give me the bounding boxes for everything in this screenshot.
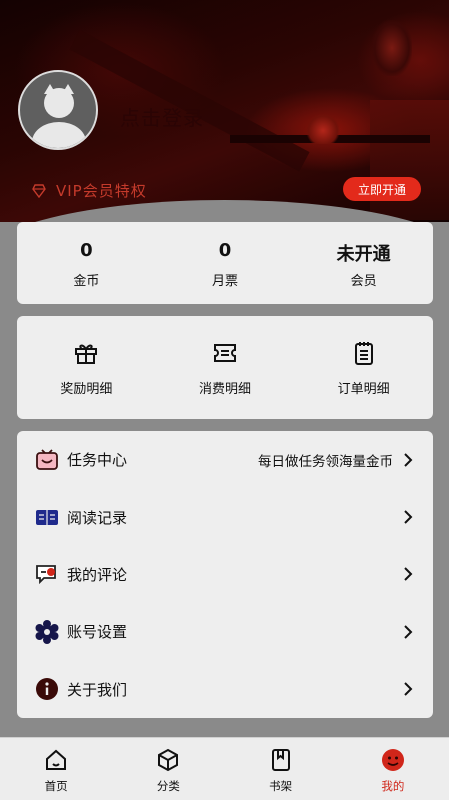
- order-details-button[interactable]: 订单明细: [294, 316, 433, 419]
- spending-details-button[interactable]: 消费明细: [156, 316, 295, 419]
- tab-label: 书架: [269, 779, 293, 793]
- chevron-right-icon: [404, 625, 413, 639]
- ticket-icon: [214, 344, 236, 362]
- book-icon: [36, 510, 58, 526]
- stat-label: 会员: [350, 274, 377, 289]
- menu-card: 任务中心 每日做任务领海量金币 阅读记录 我的评论 账号设置 关于我们: [17, 431, 433, 718]
- tab-mine[interactable]: 我的: [337, 738, 449, 800]
- detail-label: 奖励明细: [60, 382, 113, 397]
- tab-home[interactable]: 首页: [0, 738, 112, 800]
- stat-value: 0: [218, 240, 232, 261]
- bookshelf-icon: [271, 749, 290, 771]
- stat-membership[interactable]: 未开通 会员: [294, 222, 433, 304]
- tab-category[interactable]: 分类: [112, 738, 224, 800]
- menu-item-about-us[interactable]: 关于我们: [17, 661, 433, 718]
- menu-label: 阅读记录: [67, 508, 128, 527]
- bottom-tab-bar: 首页 分类 书架 我的: [0, 737, 449, 800]
- menu-label: 账号设置: [67, 623, 128, 642]
- stat-value: 0: [80, 240, 93, 261]
- banner-cat-image: [306, 114, 340, 144]
- menu-hint: 每日做任务领海量金币: [258, 453, 393, 470]
- stats-card: 0 金币 0 月票 未开通 会员: [17, 222, 433, 304]
- stat-value: 未开通: [336, 244, 391, 265]
- tab-label: 我的: [381, 779, 405, 793]
- details-card: 奖励明细 消费明细 订单明细: [17, 316, 433, 419]
- detail-label: 消费明细: [199, 382, 252, 397]
- activate-vip-button[interactable]: 立即开通: [343, 177, 421, 201]
- avatar[interactable]: [18, 70, 98, 150]
- menu-label: 关于我们: [67, 680, 128, 699]
- stat-monthly-tickets[interactable]: 0 月票: [156, 222, 295, 304]
- chevron-right-icon: [404, 452, 413, 467]
- menu-item-task-center[interactable]: 任务中心 每日做任务领海量金币: [17, 431, 433, 488]
- stat-label: 金币: [73, 274, 100, 289]
- login-prompt[interactable]: 点击登录: [120, 102, 204, 131]
- menu-item-my-comments[interactable]: 我的评论: [17, 546, 433, 603]
- comment-icon: [36, 565, 56, 585]
- gift-icon: [75, 344, 98, 364]
- tab-bookshelf[interactable]: 书架: [225, 738, 337, 800]
- clipboard-icon: [354, 342, 373, 365]
- menu-item-account-settings[interactable]: 账号设置: [17, 603, 433, 660]
- banner-decoration: [370, 100, 449, 220]
- detail-label: 订单明细: [337, 382, 390, 397]
- chevron-right-icon: [404, 682, 413, 696]
- avatar-head: [44, 88, 74, 118]
- banner-cat-image: [372, 20, 412, 76]
- tab-label: 首页: [44, 779, 68, 793]
- gear-icon: [35, 619, 59, 644]
- stat-coins[interactable]: 0 金币: [17, 222, 156, 304]
- stat-label: 月票: [212, 274, 239, 289]
- menu-item-reading-history[interactable]: 阅读记录: [17, 488, 433, 545]
- vip-text: VIP会员特权: [56, 182, 147, 200]
- chevron-right-icon: [404, 510, 413, 524]
- chevron-right-icon: [404, 567, 413, 582]
- banner-decoration: [69, 30, 310, 172]
- vip-privilege: VIP会员特权: [32, 180, 147, 201]
- menu-label: 我的评论: [67, 565, 128, 584]
- info-icon: [36, 678, 58, 701]
- reward-details-button[interactable]: 奖励明细: [17, 316, 156, 419]
- home-icon: [46, 749, 67, 770]
- profile-face-icon: [381, 749, 404, 771]
- cube-icon: [158, 748, 179, 772]
- avatar-body: [32, 122, 86, 148]
- tab-label: 分类: [156, 779, 180, 793]
- menu-label: 任务中心: [67, 451, 128, 470]
- diamond-icon: [32, 183, 46, 198]
- tv-icon: [36, 449, 58, 470]
